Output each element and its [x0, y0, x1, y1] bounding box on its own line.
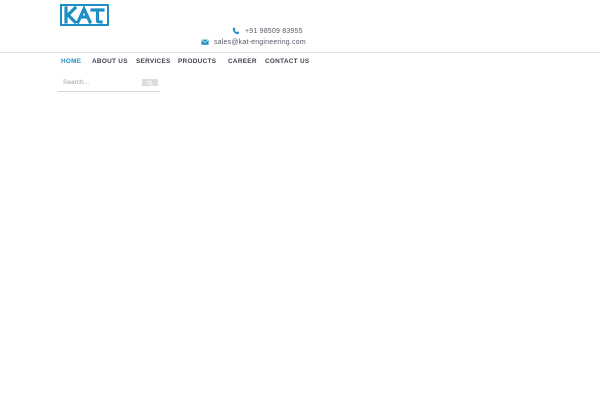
main-navigation: HOME ABOUT US SERVICES PRODUCTS CAREER C… — [0, 53, 600, 71]
nav-item-career[interactable]: CAREER — [228, 58, 257, 65]
search-button[interactable] — [142, 79, 158, 86]
contact-email[interactable]: sales@kat-engineering.com — [201, 38, 306, 46]
nav-item-services[interactable]: SERVICES — [136, 58, 171, 65]
search-icon — [147, 79, 153, 86]
nav-item-products[interactable]: PRODUCTS — [178, 58, 216, 65]
site-header: +91 98509 83955 sales@kat-engineering.co… — [0, 0, 600, 53]
contact-phone[interactable]: +91 98509 83955 — [232, 27, 303, 35]
email-address: sales@kat-engineering.com — [214, 38, 306, 46]
nav-item-home[interactable]: HOME — [61, 58, 81, 65]
search-form — [58, 74, 160, 92]
nav-item-contact-us[interactable]: CONTACT US — [265, 58, 309, 65]
envelope-icon — [201, 39, 209, 45]
nav-item-about-us[interactable]: ABOUT US — [92, 58, 128, 65]
phone-number: +91 98509 83955 — [245, 27, 303, 35]
kat-logo[interactable] — [60, 4, 109, 26]
search-input[interactable] — [58, 74, 138, 91]
phone-icon — [232, 27, 240, 35]
